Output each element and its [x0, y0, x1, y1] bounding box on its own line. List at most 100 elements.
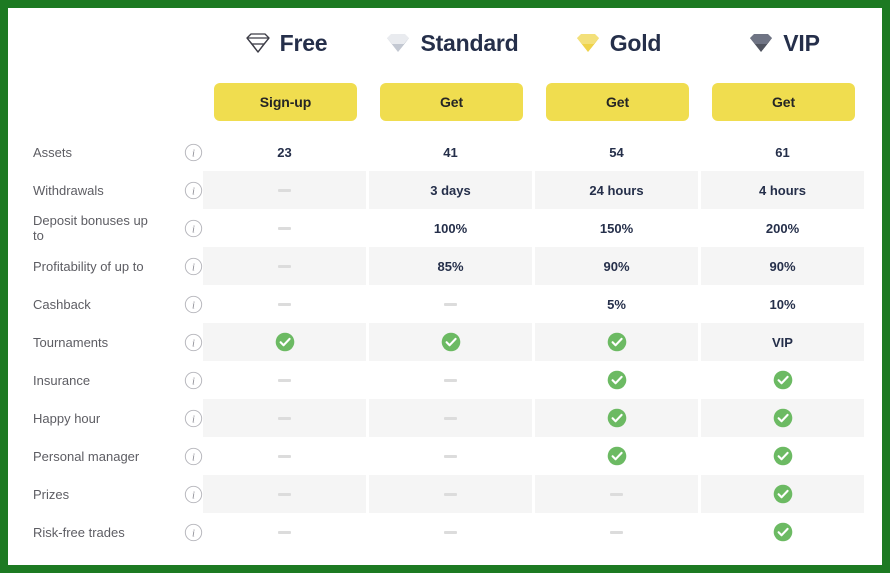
dash-icon [278, 302, 291, 306]
feature-label-cell: Withdrawals i [33, 171, 203, 209]
value-cell: 54 [535, 133, 698, 171]
dash-icon [278, 492, 291, 496]
svg-text:i: i [192, 224, 195, 235]
value-cells [203, 437, 866, 475]
value-cell [203, 209, 366, 247]
info-circle-icon[interactable]: i [184, 485, 203, 504]
svg-text:i: i [192, 148, 195, 159]
info-circle-icon[interactable]: i [184, 219, 203, 238]
value-cell: 61 [701, 133, 864, 171]
value-cells: 85% 90% 90% [203, 247, 866, 285]
value-cell [535, 399, 698, 437]
value-text: 23 [277, 144, 292, 160]
value-text: 90% [769, 258, 796, 274]
value-cell [535, 513, 698, 551]
value-cell: 90% [701, 247, 864, 285]
cta-button-gold[interactable]: Get [546, 83, 689, 121]
dash-icon [278, 416, 291, 420]
comparison-table-frame: Free Standard Gold VIP Sign-up Get Get Get Ass… [0, 0, 890, 573]
value-cells: 5% 10% [203, 285, 866, 323]
feature-label: Assets [33, 144, 73, 160]
plan-name: Gold [609, 29, 662, 56]
table-row: Deposit bonuses up to i 100% 150% 200% [8, 209, 882, 247]
check-circle-icon [275, 332, 295, 352]
value-text: 61 [775, 144, 790, 160]
value-text: 200% [765, 220, 800, 236]
value-text: 24 hours [589, 182, 644, 198]
table-row: Tournaments i VIP [8, 323, 882, 361]
value-cell [535, 437, 698, 475]
info-circle-icon[interactable]: i [184, 447, 203, 466]
value-cell: 41 [369, 133, 532, 171]
value-text: 150% [599, 220, 634, 236]
feature-label: Insurance [33, 372, 91, 388]
feature-label: Happy hour [33, 410, 101, 426]
check-circle-icon [607, 408, 627, 428]
feature-label: Withdrawals [33, 182, 104, 198]
cta-button-vip[interactable]: Get [712, 83, 855, 121]
plan-name: Standard [420, 29, 519, 56]
value-cells [203, 513, 866, 551]
value-cell: VIP [701, 323, 864, 361]
value-cell [369, 437, 532, 475]
value-cell: 24 hours [535, 171, 698, 209]
value-cell [203, 513, 366, 551]
value-cell: 100% [369, 209, 532, 247]
dash-icon [278, 264, 291, 268]
value-cell: 3 days [369, 171, 532, 209]
feature-label: Profitability of up to [33, 258, 144, 274]
svg-text:i: i [192, 262, 195, 273]
value-cell [701, 475, 864, 513]
dash-icon [278, 454, 291, 458]
value-text: 3 days [430, 182, 471, 198]
value-cell: 150% [535, 209, 698, 247]
table-row: Happy hour i [8, 399, 882, 437]
value-cells: VIP [203, 323, 866, 361]
table-row: Risk-free trades i [8, 513, 882, 551]
value-cell: 4 hours [701, 171, 864, 209]
cta-button-standard[interactable]: Get [380, 83, 523, 121]
value-cell [203, 171, 366, 209]
table-row: Cashback i 5% 10% [8, 285, 882, 323]
gem-gold-icon [575, 32, 601, 54]
info-circle-icon[interactable]: i [184, 181, 203, 200]
dash-icon [278, 530, 291, 534]
info-circle-icon[interactable]: i [184, 295, 203, 314]
value-cell [203, 323, 366, 361]
feature-label-cell: Tournaments i [33, 323, 203, 361]
table-row: Personal manager i [8, 437, 882, 475]
value-cell: 200% [701, 209, 864, 247]
dash-icon [444, 530, 457, 534]
value-cell [369, 323, 532, 361]
info-circle-icon[interactable]: i [184, 523, 203, 542]
value-cell [203, 247, 366, 285]
plan-header-row: Free Standard Gold VIP [8, 8, 882, 78]
svg-text:i: i [192, 490, 195, 501]
info-circle-icon[interactable]: i [184, 333, 203, 352]
value-cell: 5% [535, 285, 698, 323]
value-cell [701, 399, 864, 437]
feature-label: Tournaments [33, 334, 109, 350]
table-row: Assets i 23 41 54 61 [8, 133, 882, 171]
check-circle-icon [773, 484, 793, 504]
info-circle-icon[interactable]: i [184, 409, 203, 428]
value-text: 100% [433, 220, 468, 236]
value-cells: 3 days 24 hours 4 hours [203, 171, 866, 209]
check-circle-icon [607, 446, 627, 466]
gem-silver-icon [385, 32, 411, 54]
value-cell [701, 513, 864, 551]
info-circle-icon[interactable]: i [184, 257, 203, 276]
info-circle-icon[interactable]: i [184, 371, 203, 390]
value-text: 10% [769, 296, 796, 312]
value-text: 5% [607, 296, 626, 312]
info-circle-icon[interactable]: i [184, 143, 203, 162]
feature-label: Risk-free trades [33, 524, 125, 540]
plan-header-vip: VIP [701, 8, 867, 78]
feature-label: Prizes [33, 486, 70, 502]
plan-name: VIP [783, 29, 820, 56]
feature-label-cell: Deposit bonuses up to i [33, 209, 203, 247]
value-cell [203, 361, 366, 399]
feature-label-cell: Personal manager i [33, 437, 203, 475]
cta-button-free[interactable]: Sign-up [214, 83, 357, 121]
value-cell [535, 361, 698, 399]
